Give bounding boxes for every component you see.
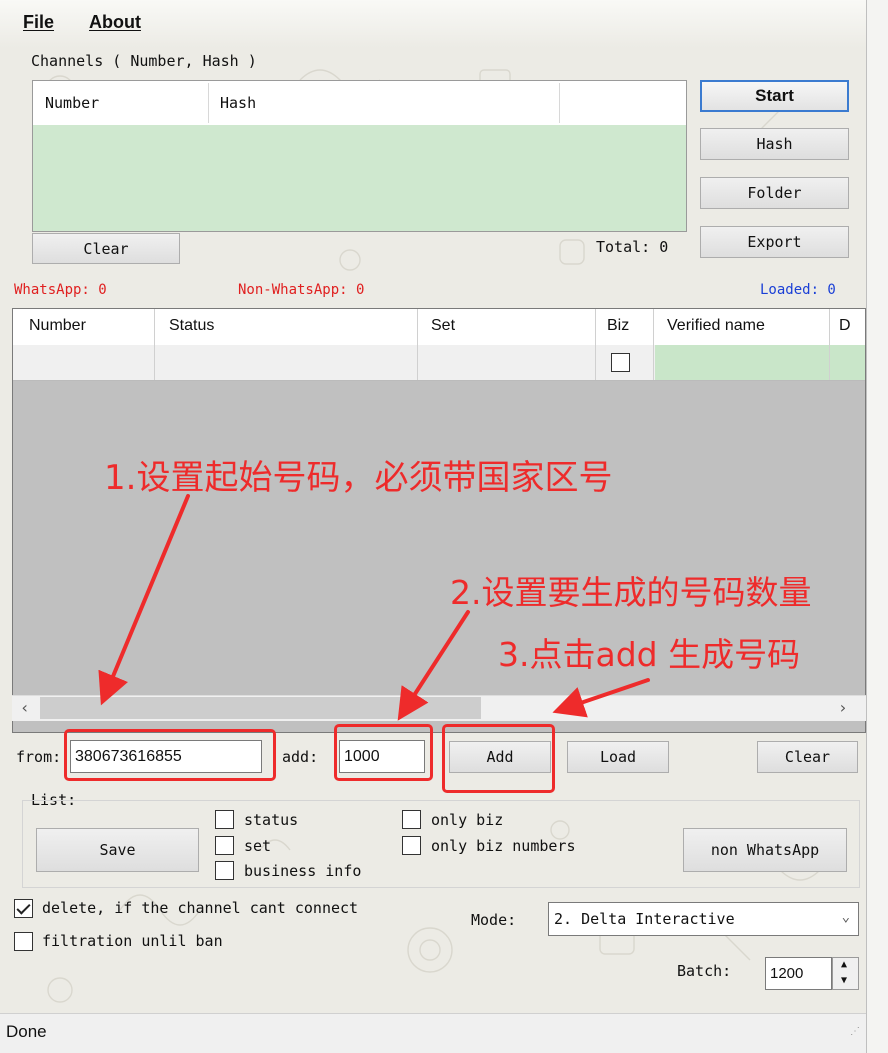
arrow-step2 — [397, 610, 470, 721]
arrow-step1 — [98, 494, 190, 706]
annotation-arrows — [98, 494, 650, 721]
arrow-step3 — [552, 678, 650, 718]
window-right-edge — [866, 0, 888, 1053]
